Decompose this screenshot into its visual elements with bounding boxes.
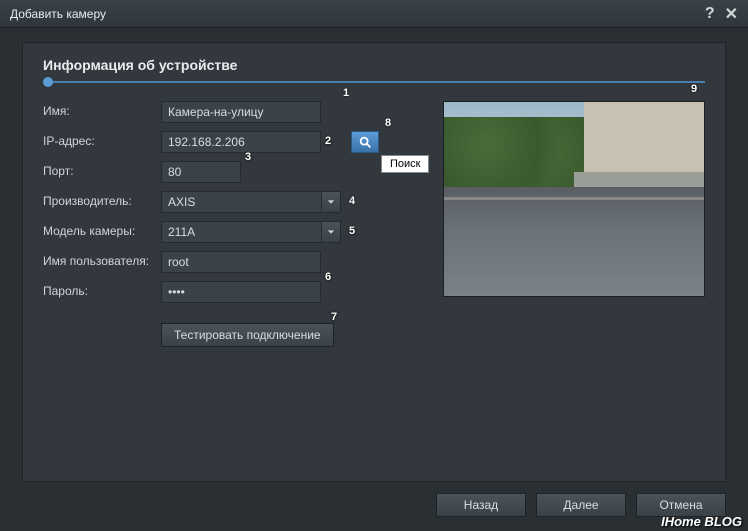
help-icon[interactable]: ? <box>705 5 715 23</box>
username-label: Имя пользователя: <box>43 251 161 270</box>
annotation-3: 3 <box>245 151 251 163</box>
model-label: Модель камеры: <box>43 224 161 240</box>
watermark: IHome BLOG <box>661 514 742 529</box>
content-panel: Информация об устройстве Имя: 1 IP-адрес… <box>22 42 726 482</box>
form-left: Имя: 1 IP-адрес: 2 8 Поиск Порт: 3 <box>43 101 403 347</box>
row-model: Модель камеры: 211A 5 <box>43 221 403 243</box>
preview-trees <box>444 117 584 187</box>
form-right: 9 <box>443 101 705 347</box>
preview-road <box>444 187 704 296</box>
manufacturer-select-wrap: AXIS <box>161 191 341 213</box>
port-label: Порт: <box>43 164 161 180</box>
close-icon[interactable]: ✕ <box>725 4 738 24</box>
annotation-8: 8 <box>385 117 391 129</box>
port-input[interactable] <box>161 161 241 183</box>
camera-preview <box>443 101 705 297</box>
annotation-7: 7 <box>331 311 337 323</box>
search-tooltip: Поиск <box>381 155 429 173</box>
search-button[interactable] <box>351 131 379 153</box>
row-ip: IP-адрес: 2 8 Поиск <box>43 131 403 153</box>
next-button[interactable]: Далее <box>536 493 626 517</box>
annotation-4: 4 <box>349 195 355 207</box>
password-label: Пароль: <box>43 284 161 300</box>
username-input[interactable] <box>161 251 321 273</box>
row-manufacturer: Производитель: AXIS 4 <box>43 191 403 213</box>
annotation-1: 1 <box>343 87 349 99</box>
titlebar-controls: ? ✕ <box>705 4 738 24</box>
row-username: Имя пользователя: <box>43 251 403 273</box>
row-port: Порт: 3 <box>43 161 403 183</box>
section-rule <box>43 81 705 83</box>
model-select-wrap: 211A <box>161 221 341 243</box>
name-input[interactable] <box>161 101 321 123</box>
ip-label: IP-адрес: <box>43 134 161 150</box>
row-name: Имя: 1 <box>43 101 403 123</box>
manufacturer-label: Производитель: <box>43 194 161 210</box>
ip-input[interactable] <box>161 131 321 153</box>
window-title: Добавить камеру <box>10 7 106 21</box>
annotation-9: 9 <box>691 83 697 95</box>
back-button[interactable]: Назад <box>436 493 526 517</box>
row-password: Пароль: 6 <box>43 281 403 303</box>
annotation-6: 6 <box>325 271 331 283</box>
annotation-5: 5 <box>349 225 355 237</box>
row-test: Тестировать подключение 7 <box>43 311 403 347</box>
form-area: Имя: 1 IP-адрес: 2 8 Поиск Порт: 3 <box>43 101 705 347</box>
section-title: Информация об устройстве <box>43 57 705 73</box>
titlebar: Добавить камеру ? ✕ <box>0 0 748 28</box>
annotation-2: 2 <box>325 135 331 147</box>
model-select[interactable]: 211A <box>161 221 341 243</box>
search-icon <box>358 135 372 149</box>
manufacturer-select[interactable]: AXIS <box>161 191 341 213</box>
password-input[interactable] <box>161 281 321 303</box>
test-connection-button[interactable]: Тестировать подключение <box>161 323 334 347</box>
name-label: Имя: <box>43 104 161 120</box>
